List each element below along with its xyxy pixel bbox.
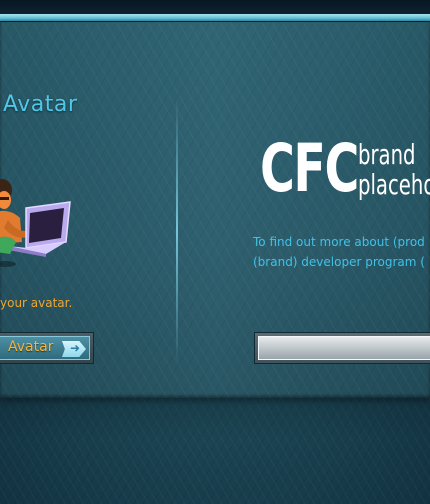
brand-logo-main: CFC: [260, 130, 359, 207]
avatar-button-label: Avatar: [8, 339, 54, 355]
brand-description-line1: To find out more about (prod: [253, 235, 425, 249]
panel-divider: [176, 98, 178, 364]
brand-input-face: [258, 336, 430, 360]
footer-area: [0, 398, 430, 504]
arrow-right-icon: ➜: [69, 341, 80, 355]
brand-description-line2: (brand) developer program (: [253, 255, 425, 269]
avatar-section-title: Avatar: [3, 92, 78, 117]
brand-description: To find out more about (prod (brand) dev…: [253, 232, 425, 272]
avatar-button-face: Avatar ➜: [0, 336, 90, 360]
brand-logo: CFC brand placeho: [260, 136, 430, 202]
brand-logo-sub: brand placeho: [358, 140, 430, 200]
page-root: Avatar your avatar. Avatar ➜ CFC brand p…: [0, 0, 430, 504]
avatar-illustration: [0, 179, 71, 267]
avatar-button[interactable]: Avatar ➜: [0, 332, 94, 364]
brand-input-field[interactable]: [254, 332, 430, 364]
brand-logo-line1: brand: [358, 138, 416, 171]
avatar-description: your avatar.: [0, 296, 73, 310]
top-accent-bar: [0, 14, 430, 21]
top-strip: [0, 0, 430, 14]
brand-logo-line2: placeho: [358, 168, 430, 201]
